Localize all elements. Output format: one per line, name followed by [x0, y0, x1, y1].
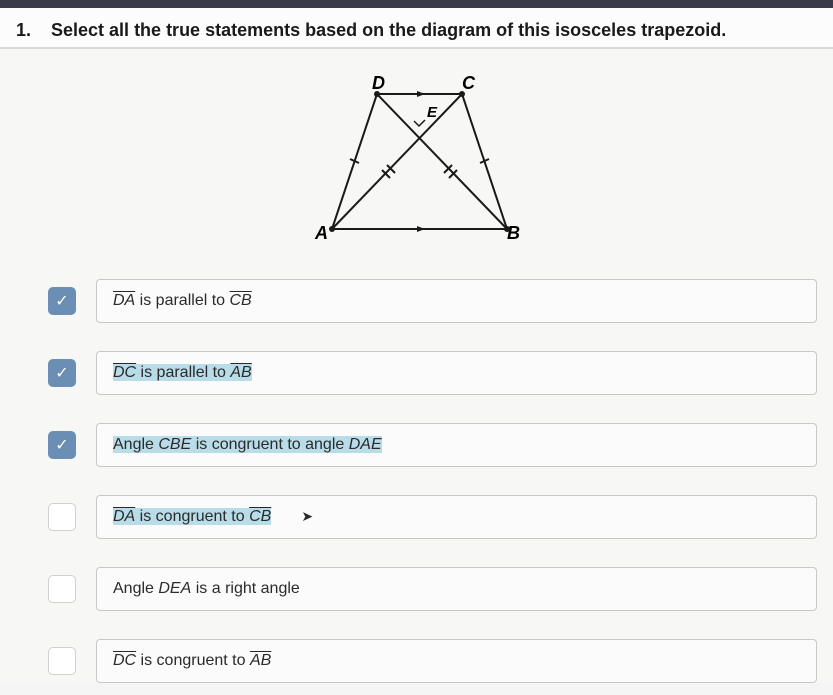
vertex-d	[374, 91, 380, 97]
vertex-a	[329, 226, 335, 232]
content-area: 1. Select all the true statements based …	[0, 8, 833, 683]
option-row: Angle DEA is a right angle	[48, 567, 817, 611]
option-row: ✓ DA is parallel to CB	[48, 279, 817, 323]
option-text: Angle DEA is a right angle	[113, 580, 300, 597]
question-text: Select all the true statements based on …	[51, 20, 726, 41]
option-box[interactable]: DA is parallel to CB	[96, 279, 817, 323]
option-text: DA is parallel to CB	[113, 292, 252, 309]
option-box[interactable]: DC is congruent to AB	[96, 639, 817, 683]
right-angle-mark	[414, 120, 425, 126]
option-box[interactable]: DA is congruent to CB ➤	[96, 495, 817, 539]
options-area: ✓ DA is parallel to CB ✓ DC is parallel to …	[0, 279, 833, 683]
label-c: C	[462, 73, 476, 93]
option-checkbox[interactable]	[48, 503, 76, 531]
option-box[interactable]: Angle DEA is a right angle	[96, 567, 817, 611]
option-box[interactable]: DC is parallel to AB	[96, 351, 817, 395]
trapezoid-diagram: D C A B E	[297, 69, 537, 249]
top-bar	[0, 0, 833, 8]
arrow-dc	[417, 91, 425, 97]
option-text: DC is congruent to AB	[113, 652, 271, 669]
checkmark-icon: ✓	[55, 363, 68, 383]
option-row: ✓ Angle CBE is congruent to angle DAE	[48, 423, 817, 467]
checkmark-icon: ✓	[55, 435, 68, 455]
option-text: DC is parallel to AB	[113, 364, 252, 381]
option-checkbox[interactable]: ✓	[48, 359, 76, 387]
question-header: 1. Select all the true statements based …	[0, 20, 833, 49]
vertex-c	[459, 91, 465, 97]
label-b: B	[507, 223, 520, 243]
checkmark-icon: ✓	[55, 291, 68, 311]
label-a: A	[314, 223, 328, 243]
option-checkbox[interactable]	[48, 647, 76, 675]
option-box[interactable]: Angle CBE is congruent to angle DAE	[96, 423, 817, 467]
label-d: D	[372, 73, 385, 93]
option-row: ✓ DC is parallel to AB	[48, 351, 817, 395]
option-checkbox[interactable]: ✓	[48, 431, 76, 459]
arrow-ab	[417, 226, 425, 232]
question-number: 1.	[16, 20, 31, 41]
option-checkbox[interactable]: ✓	[48, 287, 76, 315]
option-checkbox[interactable]	[48, 575, 76, 603]
vertex-b	[504, 226, 510, 232]
option-row: DA is congruent to CB ➤	[48, 495, 817, 539]
option-text: Angle CBE is congruent to angle DAE	[113, 436, 382, 453]
diagram-container: D C A B E	[0, 49, 833, 279]
option-row: DC is congruent to AB	[48, 639, 817, 683]
option-text: DA is congruent to CB	[113, 508, 271, 525]
label-e: E	[427, 104, 438, 121]
cursor-icon: ➤	[301, 508, 313, 524]
